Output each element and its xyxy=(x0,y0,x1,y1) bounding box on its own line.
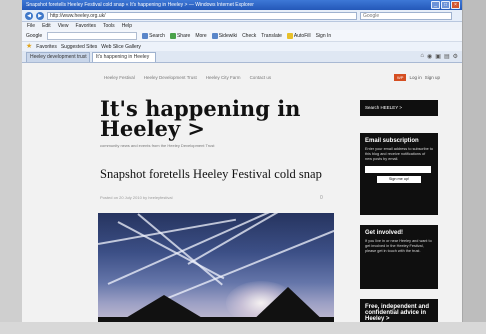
post-photo-sky-contrails xyxy=(98,213,334,322)
toolbar-more-label: More xyxy=(195,32,207,39)
monitor-bezel-right xyxy=(462,0,486,334)
toolbar-autofill-label: AutoFill xyxy=(293,32,311,39)
login-link[interactable]: Log in xyxy=(409,75,421,80)
wordpress-badge[interactable]: WP xyxy=(394,74,407,81)
share-icon xyxy=(169,32,176,39)
login-area: WP Log in Sign up xyxy=(394,74,440,81)
toolbar-share[interactable]: Share xyxy=(169,32,191,39)
menu-edit[interactable]: Edit xyxy=(42,22,51,30)
sign-up-button[interactable]: Sign me up! xyxy=(377,176,421,183)
print-icon[interactable]: ▣ xyxy=(435,53,441,60)
contrail xyxy=(107,213,273,285)
subscription-email-field[interactable] xyxy=(365,166,431,173)
favorites-label[interactable]: Favorites xyxy=(36,44,57,50)
monitor-frame: Snapshot foretells Heeley Festival cold … xyxy=(0,0,486,334)
get-involved-box: Get involved! If you live in or near Hee… xyxy=(360,225,438,289)
toolbar-translate[interactable]: Translate xyxy=(261,33,282,39)
get-involved-text: If you live in or near Heeley and want t… xyxy=(365,239,432,253)
page-icon[interactable]: ▤ xyxy=(444,53,450,60)
forward-arrow-icon[interactable]: ▶ xyxy=(36,11,44,20)
tools-icon[interactable]: ⚙ xyxy=(453,53,458,60)
site-nav-item[interactable]: Contact us xyxy=(250,75,272,80)
menu-help[interactable]: Help xyxy=(122,22,132,30)
window-title: Snapshot foretells Heeley Festival cold … xyxy=(26,2,254,8)
site-title[interactable]: It's happening in Heeley > xyxy=(100,98,320,139)
window-titlebar[interactable]: Snapshot foretells Heeley Festival cold … xyxy=(22,0,462,10)
toolbar-sign-in[interactable]: Sign In xyxy=(316,33,332,39)
feeds-icon[interactable]: ◉ xyxy=(427,53,432,60)
menu-favorites[interactable]: Favorites xyxy=(75,22,96,30)
site-nav-item[interactable]: Heeley Festival xyxy=(104,75,135,80)
toolbar-sidewiki-label: Sidewiki xyxy=(218,32,238,39)
google-toolbar: Google Search Share More Sidewiki Check … xyxy=(22,30,462,42)
monitor-bezel-bottom xyxy=(0,322,486,334)
advice-box: Free, independent and confidential advic… xyxy=(360,299,438,322)
email-subscription-heading: Email subscription xyxy=(365,138,419,144)
advice-heading[interactable]: Free, independent and confidential advic… xyxy=(365,304,433,322)
screen: Snapshot foretells Heeley Festival cold … xyxy=(22,0,462,322)
menu-view[interactable]: View xyxy=(58,22,69,30)
site-nav-item[interactable]: Heeley City Farm xyxy=(206,75,241,80)
toolbar-search-label: Search xyxy=(149,32,165,39)
email-subscription-box: Email subscription Enter your email addr… xyxy=(360,133,438,215)
site-nav: Heeley Festival Heeley Development Trust… xyxy=(104,75,271,80)
google-toolbar-label: Google xyxy=(26,32,43,39)
back-arrow-icon[interactable]: ◀ xyxy=(25,11,33,20)
post-meta: Posted on 20 July 2010 by heeleyfestival xyxy=(100,195,173,200)
browser-search-input[interactable]: Google xyxy=(360,11,452,20)
address-bar: ◀ ▶ http://www.heeley.org.uk/ Google xyxy=(22,10,462,22)
search-icon xyxy=(142,32,149,39)
toolbar-search[interactable]: Search xyxy=(142,32,165,39)
maximize-button[interactable]: □ xyxy=(441,1,450,9)
toolbar-check[interactable]: Check xyxy=(242,33,256,39)
google-search-input[interactable] xyxy=(47,31,138,40)
home-icon[interactable]: ⌂ xyxy=(420,53,424,60)
site-tagline: community news and events from the Heele… xyxy=(100,143,215,148)
url-input[interactable]: http://www.heeley.org.uk/ xyxy=(47,11,357,20)
minimize-button[interactable]: _ xyxy=(431,1,440,9)
tab-heeley-trust[interactable]: Heeley development trust xyxy=(26,52,90,62)
tab-bar: Heeley development trust It's happening … xyxy=(22,51,462,63)
toolbar-autofill[interactable]: AutoFill xyxy=(286,32,311,39)
command-bar: ⌂ ◉ ▣ ▤ ⚙ xyxy=(420,53,458,60)
toolbar-check-label: Check xyxy=(242,32,257,39)
window-controls: _ □ × xyxy=(431,1,460,9)
toolbar-more[interactable]: More xyxy=(195,33,206,39)
toolbar-sidewiki[interactable]: Sidewiki xyxy=(211,32,238,39)
favorites-item[interactable]: Web Slice Gallery xyxy=(101,44,141,50)
menu-file[interactable]: File xyxy=(27,22,35,30)
favorites-star-icon[interactable]: ★ xyxy=(26,43,32,50)
signup-link[interactable]: Sign up xyxy=(425,75,440,80)
toolbar-sign-in-label: Sign In xyxy=(315,32,332,39)
sidebar-search[interactable]: Search HEELEY > xyxy=(360,100,438,116)
get-involved-heading: Get involved! xyxy=(365,230,404,236)
close-button[interactable]: × xyxy=(451,1,460,9)
post-title[interactable]: Snapshot foretells Heeley Festival cold … xyxy=(100,167,340,182)
tab-happening-in-heeley[interactable]: It's happening in Heeley xyxy=(92,52,156,62)
favorites-bar: ★ Favorites Suggested Sites Web Slice Ga… xyxy=(22,42,462,51)
site-nav-item[interactable]: Heeley Development Trust xyxy=(144,75,197,80)
web-page: Heeley Festival Heeley Development Trust… xyxy=(22,63,462,322)
toolbar-share-label: Share xyxy=(176,32,191,39)
favorites-item[interactable]: Suggested Sites xyxy=(61,44,97,50)
comment-count[interactable]: 0 xyxy=(320,195,323,201)
autofill-icon xyxy=(286,32,293,39)
toolbar-translate-label: Translate xyxy=(261,32,282,39)
menu-tools[interactable]: Tools xyxy=(103,22,115,30)
sidewiki-icon xyxy=(211,32,218,39)
menu-bar: File Edit View Favorites Tools Help xyxy=(22,22,462,30)
email-subscription-text: Enter your email address to subscribe to… xyxy=(365,147,433,161)
